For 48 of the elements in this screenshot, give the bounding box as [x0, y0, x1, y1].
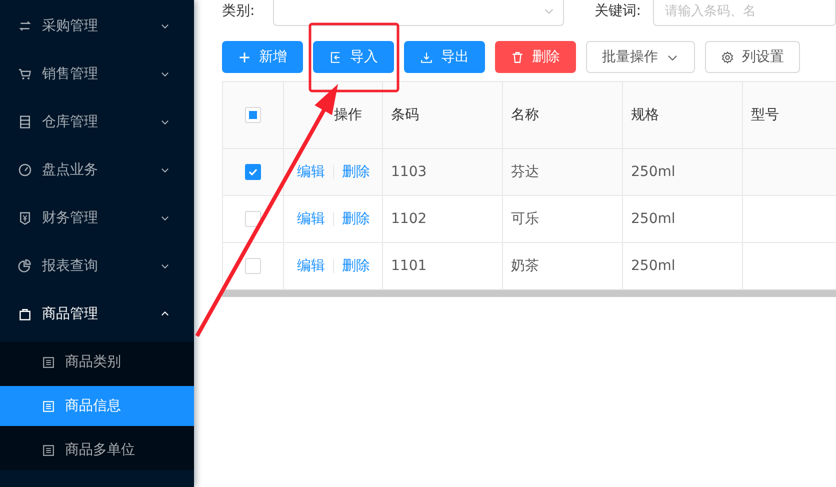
table-cell: 250ml [631, 258, 676, 274]
document-icon [42, 356, 55, 368]
scrollbar[interactable] [222, 290, 836, 297]
menu-item[interactable]: 报表查询 [0, 242, 194, 290]
keyword-field[interactable]: 请输入条码、名 [653, 0, 836, 26]
menu-item[interactable]: 销售管理 [0, 50, 194, 98]
column-header: 操作 [334, 107, 362, 123]
column-header: 型号 [751, 107, 779, 123]
pie-chart-icon [18, 259, 32, 273]
settings-icon [721, 50, 734, 64]
menu-item[interactable]: 采购管理 [0, 2, 194, 50]
row-checkbox[interactable] [245, 164, 261, 180]
table-cell: 250ml [631, 164, 676, 180]
money-shield-icon [18, 211, 32, 225]
column-header: 规格 [631, 107, 659, 123]
toolbar-button[interactable]: 批量操作 [586, 41, 695, 73]
table-cell: 1103 [391, 164, 427, 180]
menu-item[interactable]: 财务管理 [0, 194, 194, 242]
menu-item[interactable]: 仓库管理 [0, 98, 194, 146]
check-icon [248, 167, 258, 177]
table-cell: 奶茶 [511, 258, 539, 274]
cart-icon [18, 67, 32, 81]
submenu-item[interactable]: 商品多单位 [0, 430, 194, 470]
download-icon [420, 50, 433, 64]
plus-icon [238, 50, 251, 64]
submenu-item[interactable]: 商品类别 [0, 342, 194, 382]
import-icon [329, 50, 342, 64]
menu-item[interactable]: 盘点业务 [0, 146, 194, 194]
trash-icon [511, 50, 524, 64]
table-cell: 1101 [391, 258, 427, 274]
select-all-checkbox[interactable] [245, 107, 261, 123]
cabinet-icon [18, 115, 32, 129]
document-icon [42, 400, 55, 412]
table-cell: 250ml [631, 211, 676, 227]
filter-label: 关键词: [594, 2, 641, 20]
swap-arrows-icon [18, 19, 32, 33]
toolbar-button[interactable]: 列设置 [705, 41, 800, 73]
document-icon [42, 444, 55, 456]
bag-icon [18, 307, 32, 321]
column-header: 名称 [511, 107, 539, 123]
gauge-icon [18, 163, 32, 177]
table-cell: 可乐 [511, 211, 539, 227]
filter-label: 类别: [222, 2, 255, 20]
table-cell: 芬达 [511, 164, 539, 180]
menu-item[interactable]: 商品管理 [0, 290, 194, 338]
category-select[interactable] [272, 0, 564, 26]
table-cell: 1102 [391, 211, 427, 227]
column-header: 条码 [391, 107, 419, 123]
